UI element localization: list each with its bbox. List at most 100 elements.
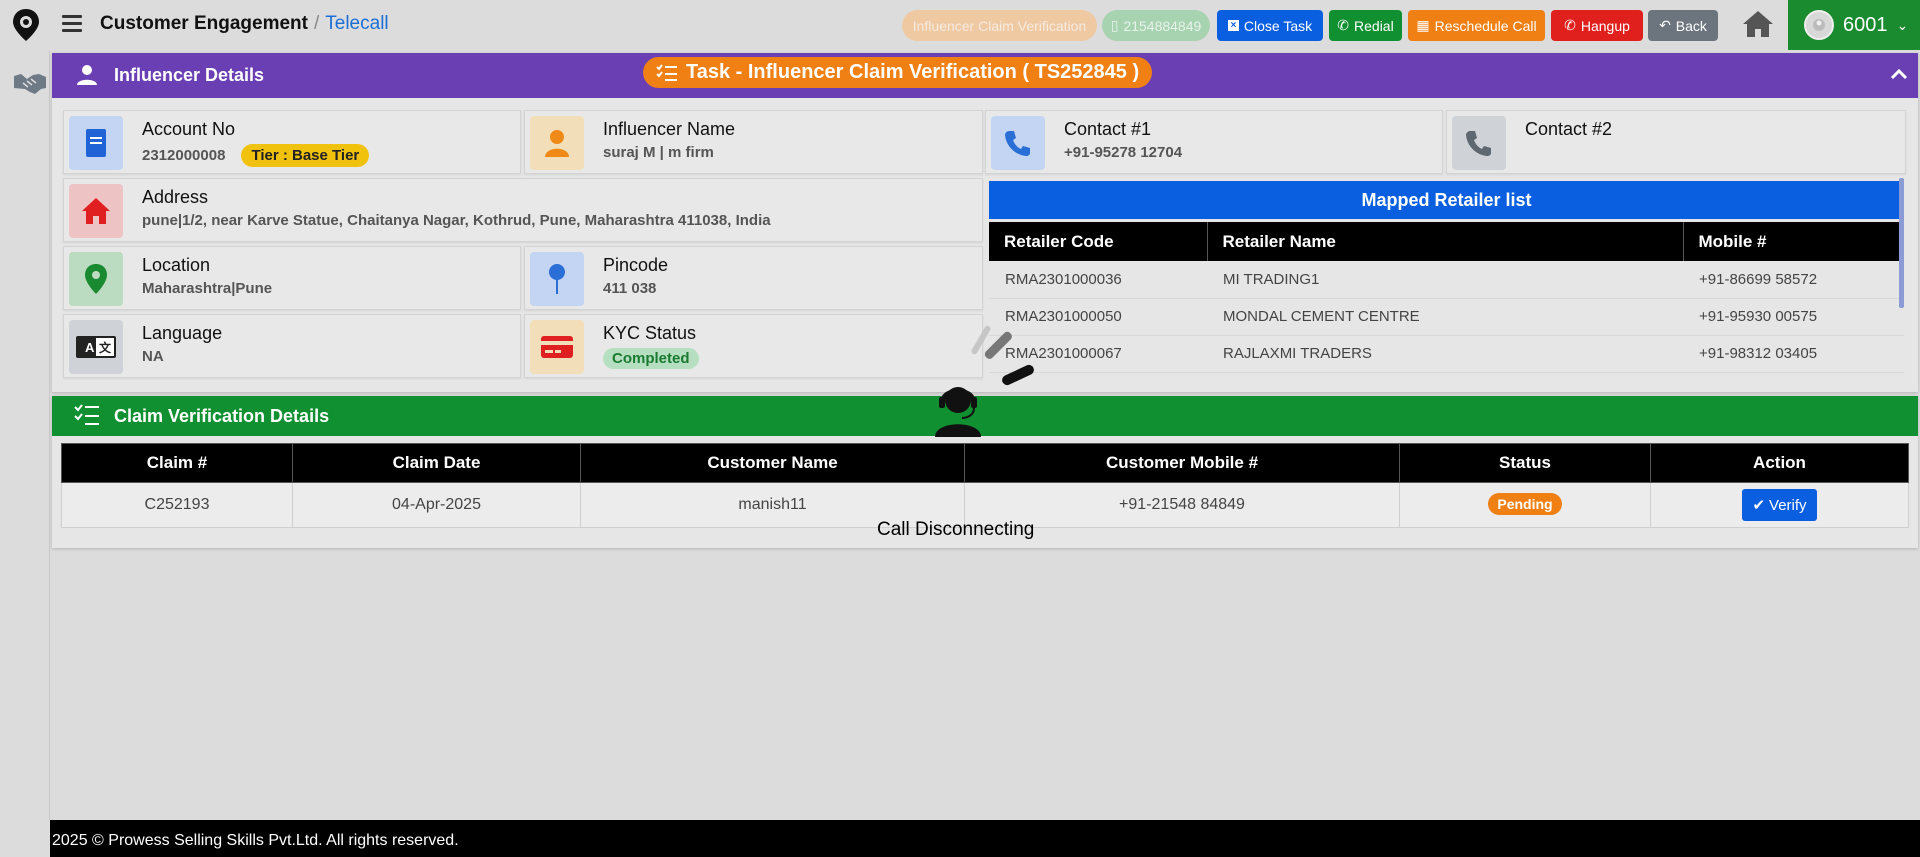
app-logo-icon[interactable] [11, 8, 41, 42]
address-card: Address pune|1/2, near Karve Statue, Cha… [63, 178, 983, 242]
hangup-button[interactable]: ✆ Hangup [1551, 10, 1643, 41]
home-icon [82, 198, 110, 224]
account-label: Account No [142, 119, 236, 139]
chevron-up-icon[interactable] [1890, 67, 1908, 81]
mobile-icon: ▯ [1110, 17, 1119, 33]
claim-date: 04-Apr-2025 [292, 482, 581, 528]
influencer-name-label: Influencer Name [603, 119, 736, 139]
check-icon: ✔ [1752, 497, 1766, 514]
task-badge: Task - Influencer Claim Verification ( T… [643, 57, 1153, 88]
location-value: Maharashtra|Pune [142, 280, 273, 297]
customer-name-header: Customer Name [580, 443, 965, 483]
kyc-card: KYC Status Completed [524, 314, 983, 378]
reschedule-call-button[interactable]: ▦ Reschedule Call [1408, 10, 1545, 41]
influencer-details-title: Influencer Details [114, 65, 265, 85]
checklist-icon [74, 404, 99, 425]
retailer-table: Retailer Code Retailer Name Mobile # RMA… [989, 222, 1904, 373]
user-menu[interactable]: 6001 ⌄ [1788, 0, 1920, 50]
menu-toggle-icon[interactable] [62, 15, 82, 32]
claim-verification-title: Claim Verification Details [114, 406, 330, 426]
table-row[interactable]: RMA2301000050 MONDAL CEMENT CENTRE +91-9… [989, 298, 1904, 336]
breadcrumb-module: Customer Engagement [100, 13, 308, 34]
task-list-icon [656, 63, 677, 81]
pincode-card: Pincode 411 038 [524, 246, 983, 310]
language-value: NA [142, 348, 164, 365]
customer-mobile-header: Customer Mobile # [964, 443, 1400, 483]
phone-icon [1005, 131, 1030, 156]
verify-label: Verify [1769, 496, 1807, 514]
svg-text:文: 文 [99, 340, 112, 355]
kyc-value-row: Completed [603, 348, 699, 369]
pincode-icon-box [530, 252, 584, 306]
account-card: Account No 2312000008 Tier : Base Tier [63, 110, 521, 174]
redial-button[interactable]: ✆ Redial [1329, 10, 1402, 41]
contact-1-card[interactable]: Contact #1 +91-95278 12704 [985, 110, 1443, 174]
claim-verification-header: Claim Verification Details [52, 396, 1918, 436]
retailer-mobile-header: Mobile # [1683, 222, 1904, 261]
credit-card-icon [541, 336, 573, 358]
contact-1-value: +91-95278 12704 [1064, 144, 1183, 161]
action-header: Action [1650, 443, 1909, 483]
call-status-message: Call Disconnecting [877, 519, 1035, 540]
name-icon-box [530, 116, 584, 170]
hangup-label: Hangup [1580, 17, 1630, 34]
kyc-label: KYC Status [603, 323, 697, 343]
retailer-mobile: +91-98312 03405 [1683, 335, 1904, 373]
handshake-icon[interactable] [13, 70, 47, 96]
address-value: pune|1/2, near Karve Statue, Chaitanya N… [142, 212, 771, 229]
language-card: A文 Language NA [63, 314, 521, 378]
influencer-name-value: suraj M | m firm [603, 144, 714, 161]
book-icon [86, 129, 106, 157]
contact-2-label: Contact #2 [1525, 119, 1613, 139]
phone-number-label: 2154884849 [1123, 17, 1202, 34]
phone-slash-icon: ✆ [1564, 17, 1576, 33]
contact-2-icon-box [1452, 116, 1506, 170]
reschedule-label: Reschedule Call [1434, 17, 1537, 34]
close-task-button[interactable]: × Close Task [1217, 10, 1323, 41]
retailer-table-header: Retailer Code Retailer Name Mobile # [989, 222, 1904, 261]
footer: 2025 © Prowess Selling Skills Pvt.Ltd. A… [50, 820, 1920, 857]
retailer-name: RAJLAXMI TRADERS [1207, 335, 1683, 373]
influencer-name-card: Influencer Name suraj M | m firm [524, 110, 983, 174]
retailer-list-scrollbar[interactable] [1899, 178, 1904, 308]
address-label: Address [142, 187, 209, 207]
retailer-list-title: Mapped Retailer list [989, 181, 1904, 219]
status-badge: Pending [1488, 493, 1562, 515]
account-icon-box [69, 116, 123, 170]
account-value-row: 2312000008 Tier : Base Tier [142, 144, 370, 167]
location-label: Location [142, 255, 211, 275]
status-header: Status [1399, 443, 1651, 483]
claims-table-header: Claim # Claim Date Customer Name Custome… [61, 443, 1909, 483]
table-row[interactable]: RMA2301000067 RAJLAXMI TRADERS +91-98312… [989, 335, 1904, 373]
account-number: 2312000008 [142, 147, 226, 164]
phone-number-pill: ▯ 2154884849 [1102, 10, 1210, 41]
retailer-name-header: Retailer Name [1207, 222, 1684, 261]
home-icon[interactable] [1741, 8, 1775, 40]
language-label: Language [142, 323, 223, 343]
location-icon-box [69, 252, 123, 306]
verify-button[interactable]: ✔ Verify [1742, 489, 1817, 521]
phone-redial-icon: ✆ [1337, 17, 1350, 33]
mapped-retailer-list: Mapped Retailer list Retailer Code Retai… [989, 181, 1904, 388]
tier-badge: Tier : Base Tier [241, 144, 370, 167]
copyright-text: 2025 © Prowess Selling Skills Pvt.Ltd. A… [52, 832, 459, 849]
left-sidebar [0, 50, 50, 820]
breadcrumb-page[interactable]: Telecall [325, 13, 388, 34]
retailer-name: MI TRADING1 [1207, 261, 1683, 299]
avatar [1804, 10, 1834, 40]
user-id: 6001 [1843, 13, 1888, 36]
retailer-code-header: Retailer Code [989, 222, 1208, 261]
person-icon [545, 130, 569, 157]
kyc-icon-box [530, 320, 584, 374]
close-task-label: Close Task [1243, 17, 1313, 34]
location-card: Location Maharashtra|Pune [63, 246, 521, 310]
claim-number-header: Claim # [61, 443, 293, 483]
table-row[interactable]: RMA2301000036 MI TRADING1 +91-86699 5857… [989, 261, 1904, 299]
contact-2-card[interactable]: Contact #2 [1446, 110, 1906, 174]
redial-label: Redial [1354, 17, 1394, 34]
back-button[interactable]: ↶ Back [1648, 10, 1718, 41]
retailer-code: RMA2301000036 [989, 261, 1207, 299]
retailer-mobile: +91-86699 58572 [1683, 261, 1904, 299]
influencer-details-header: Influencer Details Task - Influencer Cla… [52, 53, 1918, 98]
task-label: Task - Influencer Claim Verification ( T… [686, 61, 1140, 83]
